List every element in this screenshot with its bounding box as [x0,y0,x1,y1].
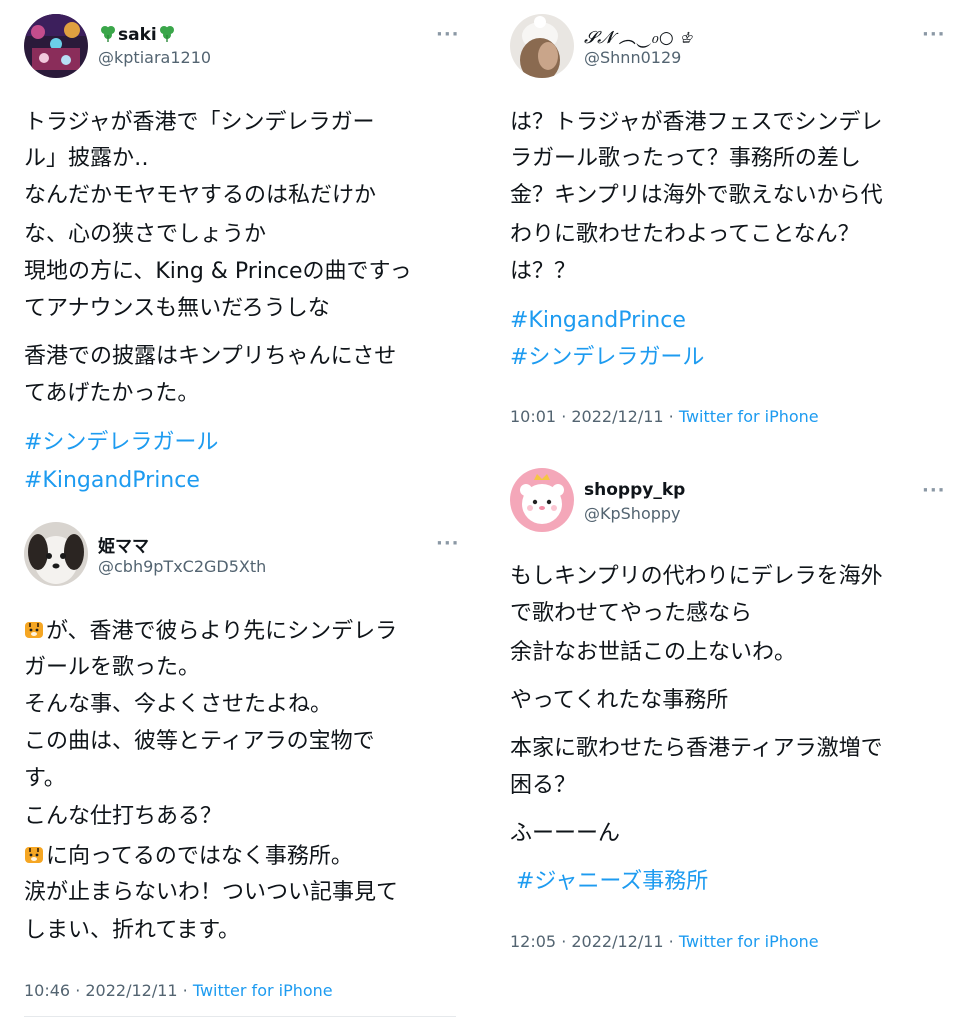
tweet-text-line: てあげたかった。 [24,381,200,406]
avatar-hime[interactable] [24,522,88,586]
timestamp-text[interactable]: 10:46 · 2022/12/11 · [24,981,193,1000]
display-name-text: saki [118,25,157,45]
tweet-text-line: ガールを歌った。 [24,655,201,680]
display-name-hime[interactable]: 姫ママ [98,532,149,557]
hashtag-link[interactable]: #シンデレラガール [510,347,704,369]
hashtag-link[interactable]: #シンデレラガール [24,432,218,454]
tweet-text-line: ル」披露か‥ [24,146,149,171]
tweet-text-line: ふーーーん [510,821,621,846]
tweet-text-line: しまい、折れてます。 [24,918,241,943]
tweet-text-line: ラガール歌ったって？事務所の差し [510,146,861,171]
tweet-text-line: トラジャが香港で「シンデレラガー [24,110,375,135]
display-name-saki[interactable]: saki [98,23,177,45]
tweet-text-line: なんだかモヤモヤするのは私だけか [24,183,377,208]
tweet-text-line: 余計なお世話この上ないわ。 [510,640,797,665]
more-icon[interactable]: ··· [922,480,946,501]
handle-shoppy[interactable]: @KpShoppy [584,504,681,523]
timestamp-text[interactable]: 10:01 · 2022/12/11 · [510,407,679,426]
handle-shnn[interactable]: @Shnn0129 [584,48,681,67]
tweet-text-line: この曲は、彼等とティアラの宝物で [24,729,375,754]
handle-hime[interactable]: @cbh9pTxC2GD5Xth [98,557,266,576]
avatar-shnn[interactable] [510,14,574,78]
display-name-shoppy[interactable]: shoppy_kp [584,480,685,500]
handle-saki[interactable]: @kptiara1210 [98,48,211,67]
tweet-text-line: は？？ [510,259,577,284]
tweet-text-line: 困る？ [510,773,577,798]
tweet-text-line: もしキンプリの代わりにデレラを海外 [510,564,883,589]
avatar-shoppy[interactable] [510,468,574,532]
tweet-timestamp: 12:05 · 2022/12/11 · Twitter for iPhone [510,932,819,951]
timestamp-text[interactable]: 12:05 · 2022/12/11 · [510,932,679,951]
tweet-text-line: こんな仕打ちある？ [24,804,223,829]
clover-icon [101,26,115,42]
display-name-shnn[interactable]: 𝓢𝓝 ︵‿₀○ ♔ [584,23,693,48]
tweet-text-line: 金？キンプリは海外で歌えないから代 [510,183,883,208]
tweet-timestamp: 10:46 · 2022/12/11 · Twitter for iPhone [24,981,333,1000]
clover-icon [159,26,174,42]
source-link[interactable]: Twitter for iPhone [679,407,819,426]
source-link[interactable]: Twitter for iPhone [193,981,333,1000]
hashtag-link[interactable]: #ジャニーズ事務所 [516,871,708,893]
avatar-saki[interactable] [24,14,88,78]
tweet-text-line: てアナウンスも無いだろうしな [24,296,330,321]
tiger-icon [25,622,43,638]
tweet-text-line: す。 [24,766,66,791]
tweet-text-line: やってくれたな事務所 [510,688,729,713]
tweet-text-line: 現地の方に、King & Princeの曲ですっ [24,259,412,284]
more-icon[interactable]: ··· [922,24,946,45]
tweet-text-line: 涙が止まらないわ！ついつい記事見て [24,880,399,905]
tweet-text-line: 香港での披露はキンプリちゃんにさせ [24,344,397,369]
hashtag-link[interactable]: #KingandPrince [510,310,686,332]
tiger-icon [25,847,43,863]
tweet-timestamp: 10:01 · 2022/12/11 · Twitter for iPhone [510,407,819,426]
divider [24,1016,456,1017]
tweet-text-line: わりに歌わせたわよってことなん？ [510,222,860,247]
more-icon[interactable]: ··· [436,533,460,554]
tweet-text-line: な、心の狭さでしょうか [24,222,267,247]
tweet-text-line: が、香港で彼らより先にシンデレラ [24,620,397,643]
tweet-text-line: は？トラジャが香港フェスでシンデレ [510,110,883,135]
more-icon[interactable]: ··· [436,24,460,45]
tweet-text: に向ってるのではなく事務所。 [46,844,353,869]
tweet-text-line: に向ってるのではなく事務所。 [24,845,353,868]
tweet-text-line: 本家に歌わせたら香港ティアラ激増で [510,736,883,761]
tweet-text-line: そんな事、今よくさせたよね。 [24,692,333,717]
hashtag-link[interactable]: #KingandPrince [24,470,200,492]
source-link[interactable]: Twitter for iPhone [679,932,819,951]
tweet-text-line: で歌わせてやった感なら [510,601,753,626]
tweet-text: が、香港で彼らより先にシンデレラ [46,619,398,644]
